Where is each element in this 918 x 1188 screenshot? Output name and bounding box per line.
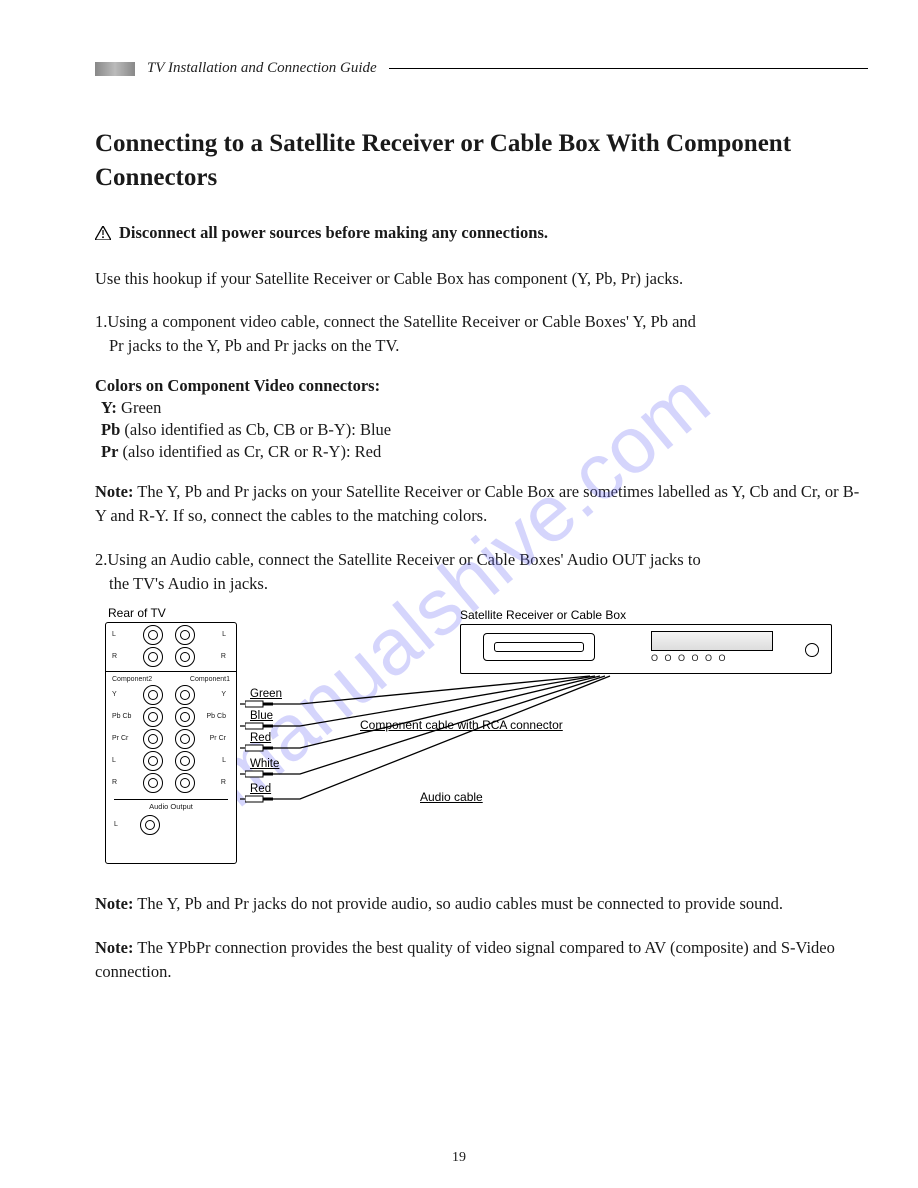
note-1-text: The Y, Pb and Pr jacks on your Satellite…: [95, 482, 859, 525]
jack-label-y: Y: [112, 691, 132, 698]
jack-label-y: Y: [206, 691, 226, 698]
jack-icon: [175, 773, 195, 793]
rca-plug-icon: [245, 722, 275, 730]
jack-label-l: L: [112, 757, 132, 764]
note-3-label: Note:: [95, 938, 133, 957]
step-2: 2.Using an Audio cable, connect the Sate…: [95, 548, 868, 596]
jack-label-pbcb: Pb Cb: [112, 713, 132, 720]
step-2-line-a: 2.Using an Audio cable, connect the Sate…: [95, 548, 868, 572]
note-3-text: The YPbPr connection provides the best q…: [95, 938, 835, 981]
step-1: 1.Using a component video cable, connect…: [95, 310, 868, 358]
color-y: Y: Green: [95, 398, 868, 418]
label-audio-output: Audio Output: [114, 799, 228, 811]
jack-label-r: R: [112, 779, 132, 786]
page-title: Connecting to a Satellite Receiver or Ca…: [95, 127, 868, 195]
connection-diagram: Rear of TV Satellite Receiver or Cable B…: [90, 604, 860, 874]
jack-label-r: R: [206, 653, 226, 660]
label-component2: Component2: [112, 676, 152, 683]
rca-plug-icon: [245, 795, 275, 803]
label-rear-of-tv: Rear of TV: [108, 606, 166, 620]
header-rule: [389, 68, 868, 69]
cable-label-red: Red: [250, 732, 271, 744]
note-2-text: The Y, Pb and Pr jacks do not provide au…: [133, 894, 783, 913]
cable-label-blue: Blue: [250, 710, 273, 722]
satbox-knob: [805, 643, 819, 657]
tv-rear-panel: L L R R Component2 Component1 Y Y Pb Cb Pb Cb…: [105, 622, 237, 864]
jack-icon: [175, 685, 195, 705]
note-2-label: Note:: [95, 894, 133, 913]
warning-text: Disconnect all power sources before maki…: [119, 223, 548, 243]
note-2: Note: The Y, Pb and Pr jacks do not prov…: [95, 892, 868, 916]
label-audio-cable: Audio cable: [420, 790, 483, 804]
jack-label-l: L: [206, 757, 226, 764]
jack-icon: [175, 625, 195, 645]
satbox-slot: [483, 633, 595, 661]
jack-icon: [175, 729, 195, 749]
manual-page: manualshive.com TV Installation and Conn…: [0, 0, 918, 1188]
label-component1: Component1: [190, 676, 230, 683]
jack-icon: [175, 707, 195, 727]
jack-icon: [143, 685, 163, 705]
label-pr: Pr: [101, 442, 118, 461]
jack-label-prcr: Pr Cr: [206, 735, 226, 742]
note-1-label: Note:: [95, 482, 133, 501]
color-pb: Pb (also identified as Cb, CB or B-Y): B…: [95, 420, 868, 440]
colors-heading: Colors on Component Video connectors:: [95, 376, 868, 396]
jack-icon: [175, 647, 195, 667]
satbox-leds: O O O O O O: [651, 653, 728, 663]
warning-icon: [95, 226, 111, 240]
label-satellite-box: Satellite Receiver or Cable Box: [460, 608, 626, 622]
page-header: TV Installation and Connection Guide: [95, 60, 868, 77]
rca-plug-icon: [245, 744, 275, 752]
val-pr: (also identified as Cr, CR or R-Y): Red: [118, 442, 381, 461]
cable-label-red2: Red: [250, 783, 271, 795]
note-3: Note: The YPbPr connection provides the …: [95, 936, 868, 984]
page-number: 19: [0, 1150, 918, 1166]
val-pb: (also identified as Cb, CB or B-Y): Blue: [120, 420, 391, 439]
jack-icon: [143, 751, 163, 771]
jack-label-pbcb: Pb Cb: [206, 713, 226, 720]
jack-label-prcr: Pr Cr: [112, 735, 132, 742]
jack-label-l: L: [114, 821, 134, 828]
satbox-display: [651, 631, 773, 651]
jack-label-r: R: [112, 653, 132, 660]
label-component-cable: Component cable with RCA connector: [360, 718, 563, 732]
label-pb: Pb: [101, 420, 120, 439]
step-1-line-b: Pr jacks to the Y, Pb and Pr jacks on th…: [95, 334, 868, 358]
jack-label-l: L: [112, 631, 132, 638]
note-1: Note: The Y, Pb and Pr jacks on your Sat…: [95, 480, 868, 528]
jack-icon: [143, 647, 163, 667]
rca-plug-icon: [245, 700, 275, 708]
color-pr: Pr (also identified as Cr, CR or R-Y): R…: [95, 442, 868, 462]
step-1-line-a: 1.Using a component video cable, connect…: [95, 310, 868, 334]
jack-icon: [143, 729, 163, 749]
jack-label-r: R: [206, 779, 226, 786]
rca-plug-icon: [245, 770, 275, 778]
jack-icon: [140, 815, 160, 835]
step-2-line-b: the TV's Audio in jacks.: [95, 572, 868, 596]
jack-icon: [143, 773, 163, 793]
jack-icon: [143, 707, 163, 727]
doc-title: TV Installation and Connection Guide: [147, 60, 377, 77]
cable-label-green: Green: [250, 688, 282, 700]
cable-label-white: White: [250, 758, 279, 770]
intro-paragraph: Use this hookup if your Satellite Receiv…: [95, 267, 868, 291]
jack-icon: [175, 751, 195, 771]
jack-label-l: L: [206, 631, 226, 638]
label-y: Y:: [101, 398, 117, 417]
satellite-receiver-box: O O O O O O: [460, 624, 832, 674]
jack-icon: [143, 625, 163, 645]
warning-row: Disconnect all power sources before maki…: [95, 223, 868, 243]
val-y: Green: [117, 398, 161, 417]
header-swatch: [95, 62, 135, 76]
